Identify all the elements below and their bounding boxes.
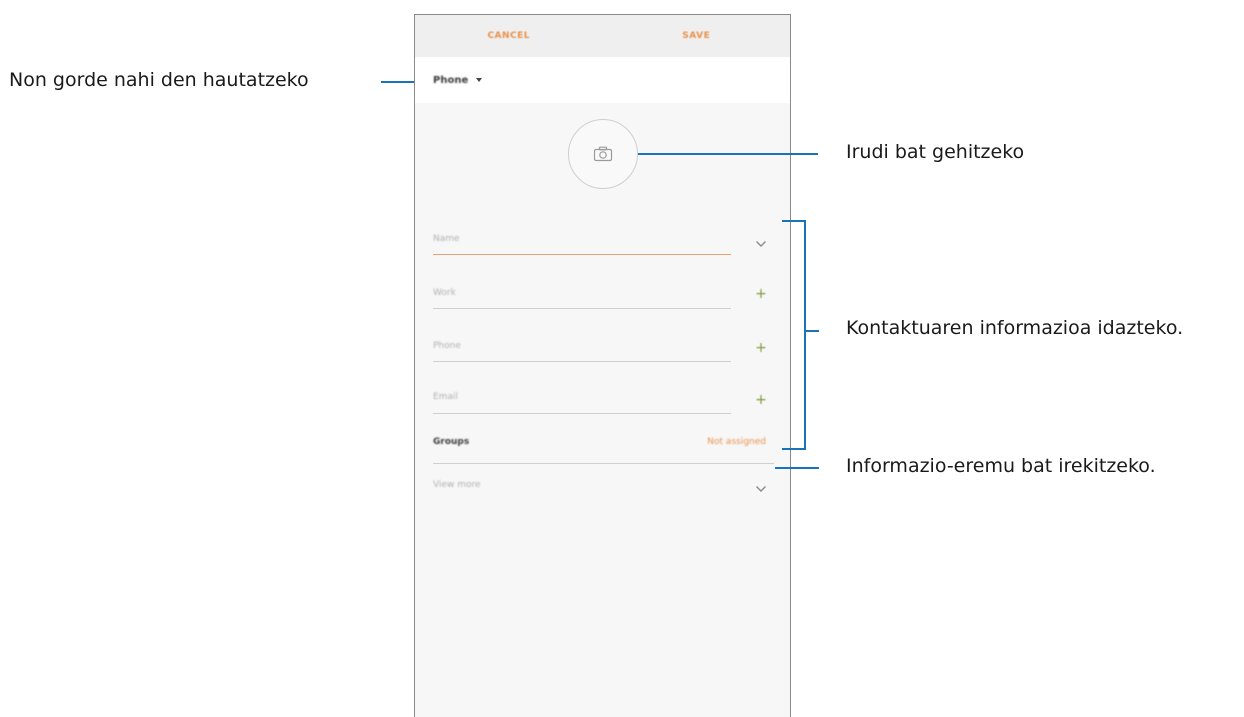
work-field[interactable]: Work (433, 288, 456, 298)
view-more-button[interactable]: View more (433, 480, 481, 490)
email-field[interactable]: Email (433, 392, 458, 402)
storage-selector[interactable]: Phone (415, 57, 790, 103)
work-field-underline (433, 308, 731, 309)
plus-icon: + (755, 392, 767, 408)
name-expand-button[interactable] (753, 236, 769, 252)
add-phone-button[interactable]: + (753, 340, 769, 356)
groups-underline (433, 463, 774, 464)
phone-field-underline (433, 361, 731, 362)
top-action-bar: CANCEL SAVE (415, 15, 790, 57)
groups-label: Groups (433, 437, 470, 447)
callout-storage-text: Non gorde nahi den hautatzeko (9, 69, 309, 91)
add-work-button[interactable]: + (753, 286, 769, 302)
callout-image-line (638, 153, 818, 155)
name-field-underline (433, 254, 731, 255)
phone-screen: CANCEL SAVE Phone Name Work + Phone + Em… (414, 14, 791, 717)
manual-page: Non gorde nahi den hautatzeko CANCEL SAV… (0, 0, 1244, 717)
callout-image-text: Irudi bat gehitzeko (846, 141, 1025, 163)
add-image-button[interactable] (568, 119, 638, 189)
plus-icon: + (755, 286, 767, 302)
caret-down-icon (476, 78, 483, 82)
chevron-down-icon (756, 486, 766, 492)
email-field-underline (433, 413, 731, 414)
callout-contact-line (805, 330, 819, 332)
groups-selector[interactable]: Not assigned (707, 437, 766, 447)
callout-more-text: Informazio-eremu bat irekitzeko. (846, 455, 1156, 477)
phone-field[interactable]: Phone (433, 341, 461, 351)
camera-icon (593, 146, 613, 162)
storage-selector-value: Phone (433, 74, 469, 86)
callout-more-line (775, 467, 819, 469)
plus-icon: + (755, 340, 767, 356)
save-button[interactable]: SAVE (603, 31, 791, 41)
callout-contact-bracket (782, 220, 806, 450)
name-field[interactable]: Name (433, 234, 460, 244)
chevron-down-icon (756, 241, 766, 247)
add-email-button[interactable]: + (753, 392, 769, 408)
contact-form: Name Work + Phone + Email + Groups Not a… (415, 103, 790, 717)
cancel-button[interactable]: CANCEL (415, 31, 603, 41)
view-more-expand-button[interactable] (753, 481, 769, 497)
callout-contact-text: Kontaktuaren informazioa idazteko. (846, 317, 1184, 339)
